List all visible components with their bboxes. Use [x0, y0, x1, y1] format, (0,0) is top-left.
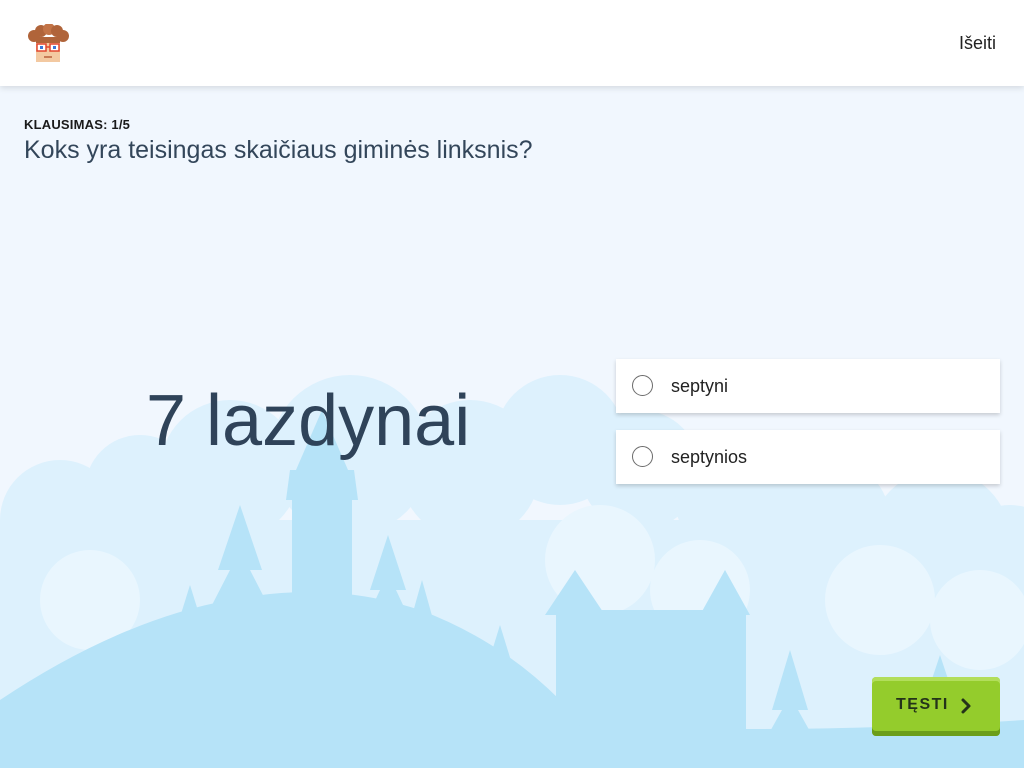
answer-option-label: septyni — [671, 376, 729, 396]
chevron-right-icon — [961, 698, 971, 714]
answer-option-septynios[interactable]: septynios — [616, 430, 1000, 484]
boy-with-glasses-avatar-icon[interactable] — [26, 24, 70, 64]
question-phrase: 7 lazdynai — [146, 381, 471, 461]
continue-button-label: TĘSTI — [896, 696, 949, 713]
radio-button[interactable] — [632, 375, 653, 396]
answer-option-label: septynios — [671, 447, 748, 467]
exit-link[interactable]: Išeiti — [959, 33, 996, 54]
question-text: Koks yra teisingas skaičiaus giminės lin… — [24, 136, 533, 164]
question-counter: KLAUSIMAS: 1/5 — [24, 117, 131, 132]
radio-button[interactable] — [632, 446, 653, 467]
answer-option-septyni[interactable]: septyni — [616, 359, 1000, 413]
top-bar: Išeiti — [0, 0, 1024, 86]
continue-button[interactable]: TĘSTI — [872, 677, 1000, 736]
